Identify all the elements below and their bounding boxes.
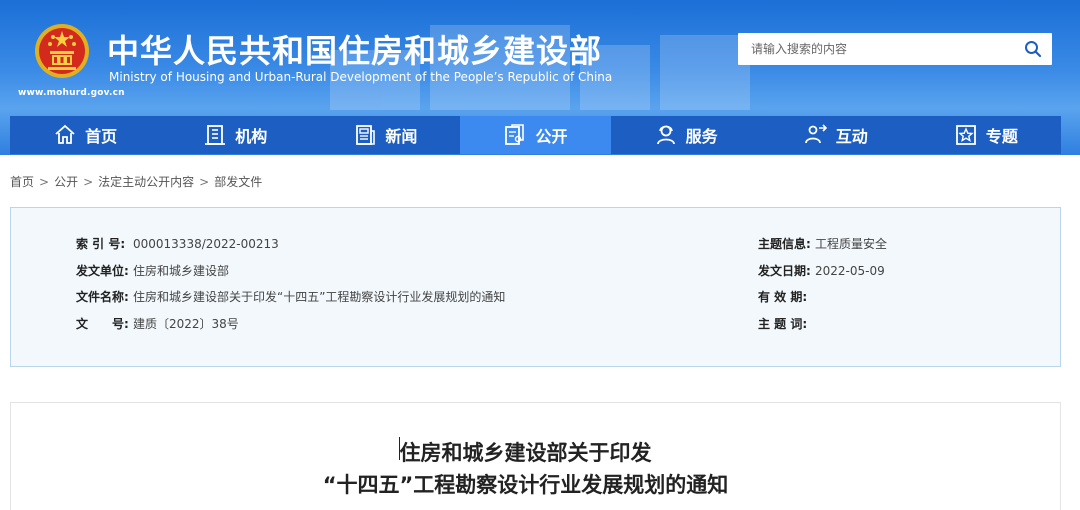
nav-item-label: 机构 xyxy=(235,127,268,146)
news-icon xyxy=(356,125,376,145)
national-emblem-icon xyxy=(35,24,89,78)
nav-item-topics[interactable]: 专题 xyxy=(911,116,1061,154)
info-issue-date: 发文日期: 2022-05-09 xyxy=(758,262,885,279)
document-title-line2: “十四五”工程勘察设计行业发展规划的通知 xyxy=(322,473,729,497)
nav-item-home[interactable]: 首页 xyxy=(10,116,160,154)
info-label: 索 引 号: xyxy=(76,237,126,251)
info-label: 发文日期: xyxy=(758,264,811,278)
document-title-line1: 住房和城乡建设部关于印发 xyxy=(399,441,652,465)
search-input[interactable] xyxy=(738,33,1018,65)
nav-item-interaction[interactable]: 互动 xyxy=(761,116,911,154)
breadcrumb-separator: > xyxy=(39,175,50,189)
info-label: 发文单位: xyxy=(76,264,129,278)
site-title-en: Ministry of Housing and Urban-Rural Deve… xyxy=(109,70,613,84)
home-icon xyxy=(55,124,75,144)
info-value: 工程质量安全 xyxy=(815,237,888,251)
nav-item-label: 互动 xyxy=(835,127,868,146)
nav-item-label: 服务 xyxy=(685,127,718,146)
breadcrumb-separator: > xyxy=(199,175,210,189)
breadcrumb: 首页 > 公开 > 法定主动公开内容 > 部发文件 xyxy=(10,173,262,190)
nav-item-public[interactable]: 公开 xyxy=(460,116,611,154)
info-label: 有 效 期: xyxy=(758,290,808,304)
star-icon xyxy=(956,125,976,145)
search-box xyxy=(738,33,1052,65)
info-file-name: 文件名称: 住房和城乡建设部关于印发“十四五”工程勘察设计行业发展规划的通知 xyxy=(76,288,505,305)
nav-item-label: 专题 xyxy=(985,127,1018,146)
text-cursor xyxy=(399,437,400,460)
nav-item-organization[interactable]: 机构 xyxy=(160,116,310,154)
info-label: 主题信息: xyxy=(758,237,811,251)
breadcrumb-home[interactable]: 首页 xyxy=(10,175,34,189)
info-value: 住房和城乡建设部关于印发“十四五”工程勘察设计行业发展规划的通知 xyxy=(133,290,506,304)
info-label: 文件名称: xyxy=(76,290,129,304)
nav-item-news[interactable]: 新闻 xyxy=(310,116,460,154)
nav-item-service[interactable]: 服务 xyxy=(611,116,761,154)
building-icon xyxy=(205,125,226,145)
info-value: 住房和城乡建设部 xyxy=(133,264,230,278)
info-index-number: 索 引 号: 000013338/2022-00213 xyxy=(76,235,279,252)
interaction-icon xyxy=(804,124,827,144)
info-document-number: 文 号: 建质〔2022〕38号 xyxy=(76,315,239,332)
document-info-box xyxy=(10,207,1061,367)
site-url: www.mohurd.gov.cn xyxy=(18,88,125,98)
breadcrumb-separator: > xyxy=(83,175,94,189)
info-label: 主 题 词: xyxy=(758,317,808,331)
info-label: 文 号: xyxy=(76,317,129,331)
main-nav: 首页 机构 新闻 公开 服务 互动 专题 xyxy=(10,116,1061,154)
site-title-cn: 中华人民共和国住房和城乡建设部 xyxy=(107,32,603,70)
breadcrumb-statutory-content[interactable]: 法定主动公开内容 xyxy=(98,175,194,189)
breadcrumb-ministry-documents[interactable]: 部发文件 xyxy=(214,175,262,189)
breadcrumb-public[interactable]: 公开 xyxy=(54,175,78,189)
info-value: 2022-05-09 xyxy=(815,264,885,278)
service-icon xyxy=(656,125,675,145)
info-value: 建质〔2022〕38号 xyxy=(133,317,239,331)
nav-item-label: 首页 xyxy=(85,127,118,146)
info-issuing-unit: 发文单位: 住房和城乡建设部 xyxy=(76,262,229,279)
nav-item-label: 新闻 xyxy=(385,127,418,146)
info-validity: 有 效 期: xyxy=(758,288,815,305)
document-icon xyxy=(505,124,525,145)
info-keywords: 主 题 词: xyxy=(758,315,815,332)
info-topic: 主题信息: 工程质量安全 xyxy=(758,235,887,252)
nav-item-label: 公开 xyxy=(535,127,568,146)
info-value: 000013338/2022-00213 xyxy=(133,237,279,251)
search-icon[interactable] xyxy=(1024,40,1042,58)
